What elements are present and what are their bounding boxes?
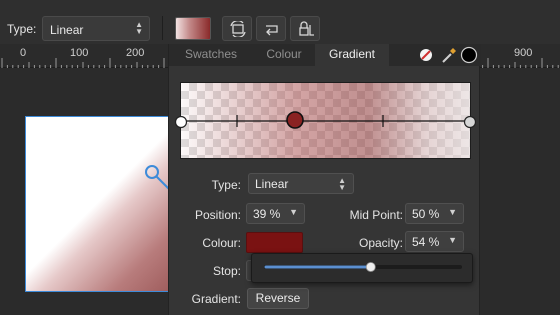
no-fill-icon[interactable] [417,45,435,65]
opacity-value: 54 % [412,235,440,249]
stop-label: Stop: [212,264,241,278]
select-arrows-icon: ▲ ▼ [338,176,346,192]
gradient-swatch[interactable] [175,17,211,40]
position-field[interactable]: 39 % ▼ [246,203,305,224]
type-select[interactable]: Linear ▲ ▼ [42,16,150,41]
context-toolbar: Type: Linear ▲ ▼ [0,0,560,44]
opacity-field[interactable]: 54 % ▼ [405,231,464,252]
stop-handle-selected[interactable] [285,110,305,130]
cycle-button[interactable] [222,16,252,41]
ruler-label: 0 [20,47,27,59]
ruler-label: 100 [70,47,89,59]
opacity-slider-popup [251,253,473,283]
type-label: Type: [7,22,37,36]
reverse-gradient-button[interactable] [256,16,286,41]
lock-icon [299,21,314,36]
stop-handle-end[interactable] [463,115,477,129]
tab-swatches[interactable]: Swatches [169,44,253,66]
gradient-label: Gradient: [191,292,241,306]
tab-gradient[interactable]: Gradient [315,44,389,66]
chevron-down-icon: ▼ [289,207,298,217]
chevron-down-icon: ▼ [448,235,457,245]
gradient-type-select[interactable]: Linear ▲ ▼ [248,173,354,194]
opacity-slider[interactable] [252,254,474,284]
chevron-down-icon: ▼ [448,207,457,217]
midpoint-label: Mid Point: [349,208,403,222]
ruler-label: 200 [126,47,145,59]
colour-label: Colour: [202,236,241,250]
black-swatch-icon[interactable] [459,45,479,65]
ruler-label: 900 [514,47,533,59]
lock-aspect-button[interactable] [290,16,320,41]
select-arrows-icon: ▲ ▼ [135,20,143,36]
position-label: Position: [194,208,241,222]
eyedropper-icon[interactable] [439,45,459,65]
position-value: 39 % [253,207,281,221]
type-label: Type: [211,178,241,192]
midpoint-value: 50 % [412,207,440,221]
opacity-label: Opacity: [358,236,403,250]
stop-colour-well[interactable] [246,232,303,253]
reverse-icon [266,25,278,36]
stop-handle-start[interactable] [174,115,188,129]
gradient-editor[interactable] [180,82,471,159]
gradient-type-value: Linear [255,177,289,191]
type-select-value: Linear [50,23,84,37]
gradient-stops-track[interactable] [181,83,471,159]
midpoint-field[interactable]: 50 % ▼ [405,203,464,224]
panel-tabs: Swatches Colour Gradient [169,44,481,66]
document-artboard[interactable] [25,116,180,292]
toolbar-divider [162,16,163,40]
slider-knob[interactable] [365,262,376,272]
cycle-icon [230,21,246,37]
tab-colour[interactable]: Colour [253,44,315,66]
reverse-button[interactable]: Reverse [247,288,309,309]
